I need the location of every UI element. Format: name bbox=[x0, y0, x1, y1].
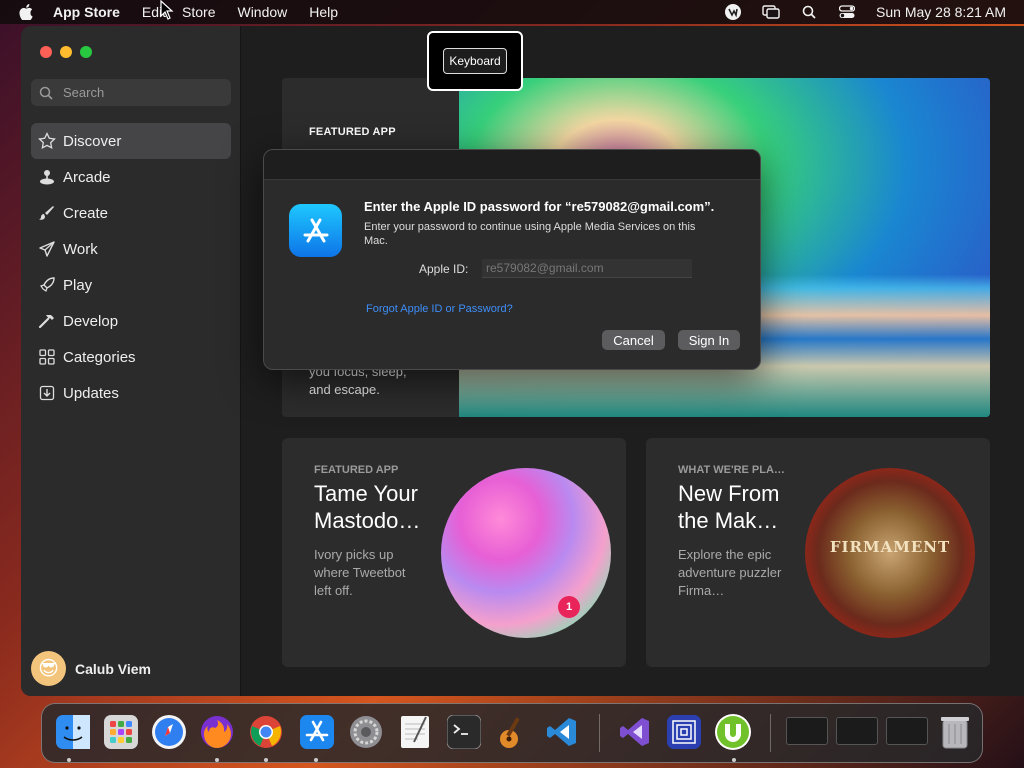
hero-label: FEATURED APP bbox=[309, 126, 396, 138]
menu-store[interactable]: Store bbox=[182, 4, 215, 20]
card-description: Explore the epic adventure puzzler Firma… bbox=[678, 547, 782, 598]
menu-bar: App Store Edit Store Window Help Sun May… bbox=[0, 0, 1024, 24]
control-center-icon[interactable] bbox=[838, 4, 856, 20]
dock-finder-icon[interactable] bbox=[52, 711, 94, 753]
dock bbox=[41, 703, 983, 763]
dock-running-indicator bbox=[732, 758, 736, 762]
dialog-titlebar bbox=[264, 150, 760, 180]
dock-vscode-icon[interactable] bbox=[541, 711, 583, 753]
sidebar-item-label: Categories bbox=[63, 348, 136, 366]
window-controls bbox=[40, 46, 92, 58]
sidebar-item-label: Work bbox=[63, 240, 98, 258]
sidebar: Discover Arcade Create Work Play Develop bbox=[21, 26, 241, 696]
apple-menu-icon[interactable] bbox=[18, 3, 34, 21]
dock-garageband-icon[interactable] bbox=[492, 711, 534, 753]
dock-visual-studio-icon[interactable] bbox=[614, 711, 656, 753]
user-name: Calub Viem bbox=[75, 660, 151, 677]
spotlight-search-icon[interactable] bbox=[800, 4, 818, 20]
featured-card-ivory[interactable]: FEATURED APP Tame Your Mastodo… Ivory pi… bbox=[282, 438, 626, 667]
sidebar-item-create[interactable]: Create bbox=[31, 195, 231, 231]
vpn-status-icon[interactable] bbox=[724, 4, 742, 20]
dock-terminal-icon[interactable] bbox=[443, 711, 485, 753]
sidebar-item-categories[interactable]: Categories bbox=[31, 339, 231, 375]
dock-running-indicator bbox=[215, 758, 219, 762]
sidebar-item-label: Play bbox=[63, 276, 93, 294]
dock-minimized-chrome-window[interactable] bbox=[786, 717, 828, 745]
apple-id-field[interactable] bbox=[482, 259, 692, 278]
joystick-icon bbox=[37, 167, 57, 187]
dock-running-indicator bbox=[67, 758, 71, 762]
dock-launchpad-icon[interactable] bbox=[100, 711, 142, 753]
download-icon bbox=[37, 383, 57, 403]
close-window-button[interactable] bbox=[40, 46, 52, 58]
rocket-icon bbox=[37, 275, 57, 295]
dock-minimized-firefox-window[interactable] bbox=[836, 717, 878, 745]
zoom-window-button[interactable] bbox=[80, 46, 92, 58]
dialog-subtitle: Enter your password to continue using Ap… bbox=[364, 221, 696, 247]
menubar-clock[interactable]: Sun May 28 8:21 AM bbox=[876, 4, 1006, 20]
sidebar-item-label: Create bbox=[63, 204, 109, 222]
app-store-icon bbox=[289, 204, 342, 257]
dock-running-indicator bbox=[264, 758, 268, 762]
dialog-title: Enter the Apple ID password for “re57908… bbox=[364, 199, 715, 214]
sidebar-item-label: Arcade bbox=[63, 168, 111, 186]
ivory-artwork bbox=[441, 468, 611, 638]
minimize-window-button[interactable] bbox=[60, 46, 72, 58]
sidebar-item-work[interactable]: Work bbox=[31, 231, 231, 267]
dock-frame-app-icon[interactable] bbox=[663, 711, 705, 753]
hammer-icon bbox=[37, 311, 57, 331]
keyboard-hint-overlay: Keyboard bbox=[427, 31, 523, 91]
cancel-button[interactable]: Cancel bbox=[602, 330, 665, 350]
dock-utorrent-icon[interactable] bbox=[712, 711, 754, 753]
forgot-password-link[interactable]: Forgot Apple ID or Password? bbox=[366, 303, 513, 315]
sidebar-item-play[interactable]: Play bbox=[31, 267, 231, 303]
card-title: Tame Your Mastodo… bbox=[314, 481, 421, 533]
sidebar-item-label: Develop bbox=[63, 312, 119, 330]
sign-in-button[interactable]: Sign In bbox=[678, 330, 740, 350]
featured-card-firmament[interactable]: WHAT WE'RE PLA… New From the Mak… Explor… bbox=[646, 438, 990, 667]
sidebar-item-arcade[interactable]: Arcade bbox=[31, 159, 231, 195]
star-icon bbox=[37, 131, 57, 151]
sidebar-item-label: Updates bbox=[63, 384, 119, 402]
search-input[interactable] bbox=[63, 85, 213, 100]
dock-firefox-icon[interactable] bbox=[196, 711, 238, 753]
dock-trash-icon[interactable] bbox=[934, 711, 976, 753]
dock-separator bbox=[599, 714, 600, 752]
dock-textedit-icon[interactable] bbox=[394, 711, 436, 753]
menu-app-name[interactable]: App Store bbox=[53, 4, 120, 20]
paper-plane-icon bbox=[37, 239, 57, 259]
firmament-logo-text: FIRMAMENT bbox=[829, 538, 951, 556]
sidebar-item-label: Discover bbox=[63, 132, 122, 150]
dock-safari-icon[interactable] bbox=[148, 711, 190, 753]
user-account[interactable]: 😎 Calub Viem bbox=[31, 651, 151, 686]
sidebar-item-updates[interactable]: Updates bbox=[31, 375, 231, 411]
sidebar-item-discover[interactable]: Discover bbox=[31, 123, 231, 159]
dock-minimized-finder-window[interactable] bbox=[886, 717, 928, 745]
search-box[interactable] bbox=[31, 79, 231, 106]
brush-icon bbox=[37, 203, 57, 223]
apple-id-label: Apple ID: bbox=[419, 262, 469, 276]
apple-id-password-dialog: Enter the Apple ID password for “re57908… bbox=[263, 149, 761, 370]
search-icon bbox=[39, 86, 53, 100]
menu-window[interactable]: Window bbox=[237, 4, 287, 20]
dock-running-indicator bbox=[314, 758, 318, 762]
card-title: New From the Mak… bbox=[678, 481, 780, 533]
card-description: Ivory picks up where Tweetbot left off. bbox=[314, 547, 406, 598]
mouse-cursor-icon bbox=[160, 0, 174, 20]
screen-mirroring-icon[interactable] bbox=[762, 4, 780, 20]
dock-chrome-icon[interactable] bbox=[245, 711, 287, 753]
grid-icon bbox=[37, 347, 57, 367]
notification-badge: 1 bbox=[558, 596, 580, 618]
menu-help[interactable]: Help bbox=[309, 4, 338, 20]
dock-system-settings-icon[interactable] bbox=[345, 711, 387, 753]
sidebar-nav: Discover Arcade Create Work Play Develop bbox=[31, 123, 231, 411]
sidebar-item-develop[interactable]: Develop bbox=[31, 303, 231, 339]
dock-separator bbox=[770, 714, 771, 752]
keyboard-hint-label: Keyboard bbox=[443, 48, 507, 74]
avatar: 😎 bbox=[31, 651, 66, 686]
card-eyebrow: FEATURED APP bbox=[314, 464, 399, 476]
dock-app-store-icon[interactable] bbox=[296, 711, 338, 753]
card-eyebrow: WHAT WE'RE PLA… bbox=[678, 464, 785, 476]
